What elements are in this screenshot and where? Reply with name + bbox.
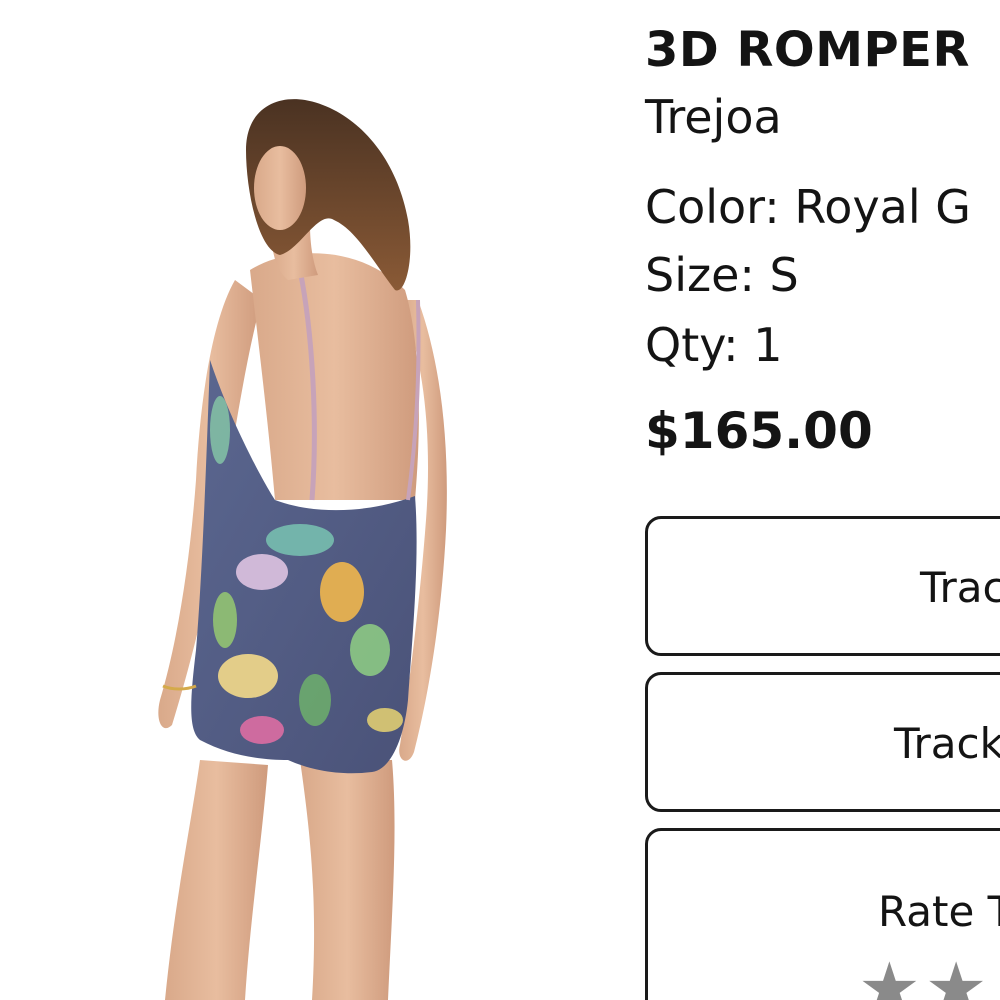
- rate-button[interactable]: Rate T ★★: [645, 828, 1000, 1000]
- track-button-2[interactable]: Track: [645, 672, 1000, 812]
- rating-stars: ★★: [858, 947, 992, 1000]
- order-item-page: 3D ROMPER Trejoa Color: Royal G Size: S …: [0, 0, 1000, 1000]
- product-image[interactable]: [0, 0, 600, 1000]
- star-icon[interactable]: ★: [858, 947, 925, 1000]
- product-price: $165.00: [645, 402, 873, 460]
- product-size: Size: S: [645, 248, 799, 302]
- product-details: 3D ROMPER Trejoa Color: Royal G Size: S …: [645, 0, 1000, 1000]
- model-photo: [158, 99, 447, 1000]
- track-button-1-label: Trac: [920, 563, 1000, 612]
- product-brand: Trejoa: [645, 90, 782, 144]
- product-title: 3D ROMPER: [645, 22, 970, 78]
- track-button-2-label: Track: [894, 719, 1000, 768]
- product-quantity: Qty: 1: [645, 318, 783, 372]
- rate-button-label: Rate T: [878, 887, 1000, 936]
- star-icon[interactable]: ★: [925, 947, 992, 1000]
- product-color: Color: Royal G: [645, 180, 971, 234]
- track-button-1[interactable]: Trac: [645, 516, 1000, 656]
